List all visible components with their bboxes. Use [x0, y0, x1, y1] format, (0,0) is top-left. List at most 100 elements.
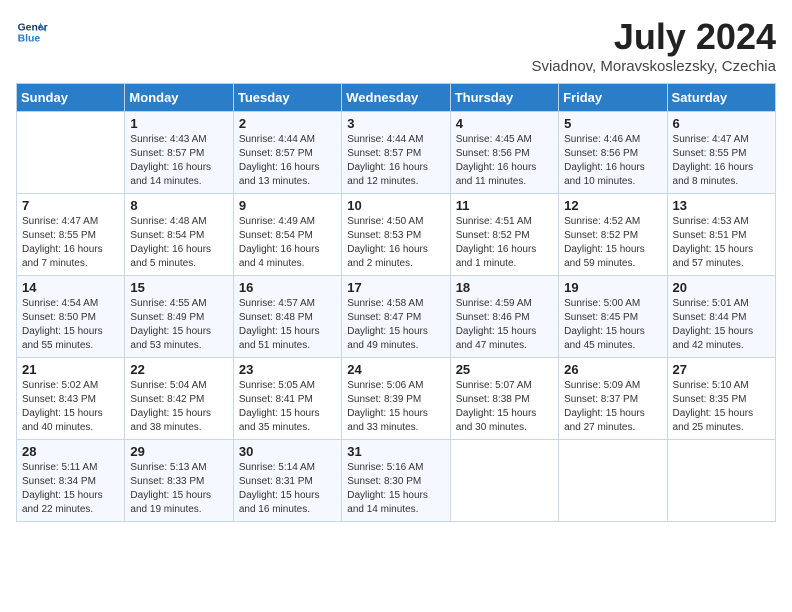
- day-info: Sunrise: 5:06 AM Sunset: 8:39 PM Dayligh…: [347, 379, 444, 435]
- day-number: 18: [456, 280, 553, 295]
- calendar-cell: 4 Sunrise: 4:45 AM Sunset: 8:56 PM Daylig…: [450, 112, 558, 194]
- calendar-cell: 31 Sunrise: 5:16 AM Sunset: 8:30 PM Dayli…: [342, 440, 450, 522]
- day-info: Sunrise: 5:01 AM Sunset: 8:44 PM Dayligh…: [673, 297, 770, 353]
- day-number: 17: [347, 280, 444, 295]
- day-info: Sunrise: 4:49 AM Sunset: 8:54 PM Dayligh…: [239, 215, 336, 271]
- calendar-cell: 3Sunrise: 4:44 AM Sunset: 8:57 PM Daylig…: [342, 112, 450, 194]
- day-info: Sunrise: 4:45 AM Sunset: 8:56 PM Dayligh…: [456, 133, 553, 189]
- day-info: Sunrise: 5:05 AM Sunset: 8:41 PM Dayligh…: [239, 379, 336, 435]
- day-number: 9: [239, 198, 336, 213]
- day-info: Sunrise: 5:16 AM Sunset: 8:30 PM Dayligh…: [347, 461, 444, 517]
- day-number: 7: [22, 198, 119, 213]
- day-info: Sunrise: 4:50 AM Sunset: 8:53 PM Dayligh…: [347, 215, 444, 271]
- calendar-cell: 22 Sunrise: 5:04 AM Sunset: 8:42 PM Dayli…: [125, 358, 233, 440]
- day-info: Sunrise: 4:54 AM Sunset: 8:50 PM Dayligh…: [22, 297, 119, 353]
- day-number: 22: [130, 362, 227, 377]
- day-info: Sunrise: 5:09 AM Sunset: 8:37 PM Dayligh…: [564, 379, 661, 435]
- day-of-week-header: Monday: [125, 84, 233, 112]
- day-number: 31: [347, 444, 444, 459]
- day-number: 20: [673, 280, 770, 295]
- day-info: Sunrise: 4:47 AM Sunset: 8:55 PM Dayligh…: [22, 215, 119, 271]
- calendar-cell: [17, 112, 125, 194]
- calendar-cell: 23 Sunrise: 5:05 AM Sunset: 8:41 PM Dayli…: [233, 358, 341, 440]
- day-info: Sunrise: 4:43 AM Sunset: 8:57 PM Dayligh…: [130, 133, 227, 189]
- calendar-cell: 21 Sunrise: 5:02 AM Sunset: 8:43 PM Dayli…: [17, 358, 125, 440]
- calendar-cell: 29Sunrise: 5:13 AM Sunset: 8:33 PM Dayli…: [125, 440, 233, 522]
- day-info: Sunrise: 4:55 AM Sunset: 8:49 PM Dayligh…: [130, 297, 227, 353]
- calendar-week-row: 1 Sunrise: 4:43 AM Sunset: 8:57 PM Daylig…: [17, 112, 776, 194]
- day-info: Sunrise: 4:46 AM Sunset: 8:56 PM Dayligh…: [564, 133, 661, 189]
- day-info: Sunrise: 4:58 AM Sunset: 8:47 PM Dayligh…: [347, 297, 444, 353]
- calendar-cell: 19Sunrise: 5:00 AM Sunset: 8:45 PM Dayli…: [559, 276, 667, 358]
- logo: General Blue: [16, 16, 48, 48]
- calendar-cell: 1 Sunrise: 4:43 AM Sunset: 8:57 PM Daylig…: [125, 112, 233, 194]
- day-info: Sunrise: 4:57 AM Sunset: 8:48 PM Dayligh…: [239, 297, 336, 353]
- day-of-week-header: Thursday: [450, 84, 558, 112]
- calendar-cell: [559, 440, 667, 522]
- day-number: 10: [347, 198, 444, 213]
- page-header: General Blue July 2024 Sviadnov, Moravsk…: [16, 16, 776, 75]
- calendar-cell: 10 Sunrise: 4:50 AM Sunset: 8:53 PM Dayli…: [342, 194, 450, 276]
- calendar-cell: 18 Sunrise: 4:59 AM Sunset: 8:46 PM Dayli…: [450, 276, 558, 358]
- day-info: Sunrise: 4:48 AM Sunset: 8:54 PM Dayligh…: [130, 215, 227, 271]
- day-info: Sunrise: 5:02 AM Sunset: 8:43 PM Dayligh…: [22, 379, 119, 435]
- calendar-table: SundayMondayTuesdayWednesdayThursdayFrid…: [16, 83, 776, 522]
- day-info: Sunrise: 5:10 AM Sunset: 8:35 PM Dayligh…: [673, 379, 770, 435]
- day-of-week-header: Wednesday: [342, 84, 450, 112]
- calendar-cell: 6Sunrise: 4:47 AM Sunset: 8:55 PM Daylig…: [667, 112, 775, 194]
- calendar-cell: 16 Sunrise: 4:57 AM Sunset: 8:48 PM Dayli…: [233, 276, 341, 358]
- day-info: Sunrise: 5:04 AM Sunset: 8:42 PM Dayligh…: [130, 379, 227, 435]
- day-number: 8: [130, 198, 227, 213]
- day-info: Sunrise: 5:00 AM Sunset: 8:45 PM Dayligh…: [564, 297, 661, 353]
- title-block: July 2024 Sviadnov, Moravskoslezsky, Cze…: [531, 16, 776, 75]
- day-number: 4: [456, 116, 553, 131]
- day-number: 23: [239, 362, 336, 377]
- day-number: 11: [456, 198, 553, 213]
- calendar-cell: 26Sunrise: 5:09 AM Sunset: 8:37 PM Dayli…: [559, 358, 667, 440]
- day-number: 13: [673, 198, 770, 213]
- calendar-cell: 11Sunrise: 4:51 AM Sunset: 8:52 PM Dayli…: [450, 194, 558, 276]
- day-of-week-header: Sunday: [17, 84, 125, 112]
- day-info: Sunrise: 5:07 AM Sunset: 8:38 PM Dayligh…: [456, 379, 553, 435]
- day-of-week-header: Saturday: [667, 84, 775, 112]
- calendar-week-row: 14 Sunrise: 4:54 AM Sunset: 8:50 PM Dayli…: [17, 276, 776, 358]
- svg-text:Blue: Blue: [18, 34, 41, 45]
- day-number: 14: [22, 280, 119, 295]
- day-info: Sunrise: 4:52 AM Sunset: 8:52 PM Dayligh…: [564, 215, 661, 271]
- day-of-week-header: Friday: [559, 84, 667, 112]
- calendar-cell: 9 Sunrise: 4:49 AM Sunset: 8:54 PM Daylig…: [233, 194, 341, 276]
- calendar-cell: 28 Sunrise: 5:11 AM Sunset: 8:34 PM Dayli…: [17, 440, 125, 522]
- logo-icon: General Blue: [16, 16, 48, 48]
- location-subtitle: Sviadnov, Moravskoslezsky, Czechia: [531, 58, 776, 75]
- calendar-cell: 30 Sunrise: 5:14 AM Sunset: 8:31 PM Dayli…: [233, 440, 341, 522]
- calendar-cell: 15Sunrise: 4:55 AM Sunset: 8:49 PM Dayli…: [125, 276, 233, 358]
- calendar-week-row: 28 Sunrise: 5:11 AM Sunset: 8:34 PM Dayli…: [17, 440, 776, 522]
- calendar-body: 1 Sunrise: 4:43 AM Sunset: 8:57 PM Daylig…: [17, 112, 776, 522]
- calendar-week-row: 21 Sunrise: 5:02 AM Sunset: 8:43 PM Dayli…: [17, 358, 776, 440]
- day-number: 29: [130, 444, 227, 459]
- calendar-cell: 13 Sunrise: 4:53 AM Sunset: 8:51 PM Dayli…: [667, 194, 775, 276]
- calendar-cell: 14 Sunrise: 4:54 AM Sunset: 8:50 PM Dayli…: [17, 276, 125, 358]
- day-number: 5: [564, 116, 661, 131]
- calendar-week-row: 7 Sunrise: 4:47 AM Sunset: 8:55 PM Daylig…: [17, 194, 776, 276]
- day-info: Sunrise: 4:53 AM Sunset: 8:51 PM Dayligh…: [673, 215, 770, 271]
- calendar-cell: 25 Sunrise: 5:07 AM Sunset: 8:38 PM Dayli…: [450, 358, 558, 440]
- calendar-cell: 17 Sunrise: 4:58 AM Sunset: 8:47 PM Dayli…: [342, 276, 450, 358]
- day-number: 21: [22, 362, 119, 377]
- calendar-cell: 24Sunrise: 5:06 AM Sunset: 8:39 PM Dayli…: [342, 358, 450, 440]
- calendar-header: SundayMondayTuesdayWednesdayThursdayFrid…: [17, 84, 776, 112]
- day-info: Sunrise: 5:11 AM Sunset: 8:34 PM Dayligh…: [22, 461, 119, 517]
- day-of-week-header: Tuesday: [233, 84, 341, 112]
- day-number: 2: [239, 116, 336, 131]
- day-number: 28: [22, 444, 119, 459]
- calendar-cell: 27Sunrise: 5:10 AM Sunset: 8:35 PM Dayli…: [667, 358, 775, 440]
- calendar-cell: 12Sunrise: 4:52 AM Sunset: 8:52 PM Dayli…: [559, 194, 667, 276]
- day-info: Sunrise: 5:14 AM Sunset: 8:31 PM Dayligh…: [239, 461, 336, 517]
- day-number: 30: [239, 444, 336, 459]
- day-info: Sunrise: 4:59 AM Sunset: 8:46 PM Dayligh…: [456, 297, 553, 353]
- day-info: Sunrise: 4:47 AM Sunset: 8:55 PM Dayligh…: [673, 133, 770, 189]
- day-info: Sunrise: 4:44 AM Sunset: 8:57 PM Dayligh…: [239, 133, 336, 189]
- day-number: 16: [239, 280, 336, 295]
- day-number: 25: [456, 362, 553, 377]
- day-number: 1: [130, 116, 227, 131]
